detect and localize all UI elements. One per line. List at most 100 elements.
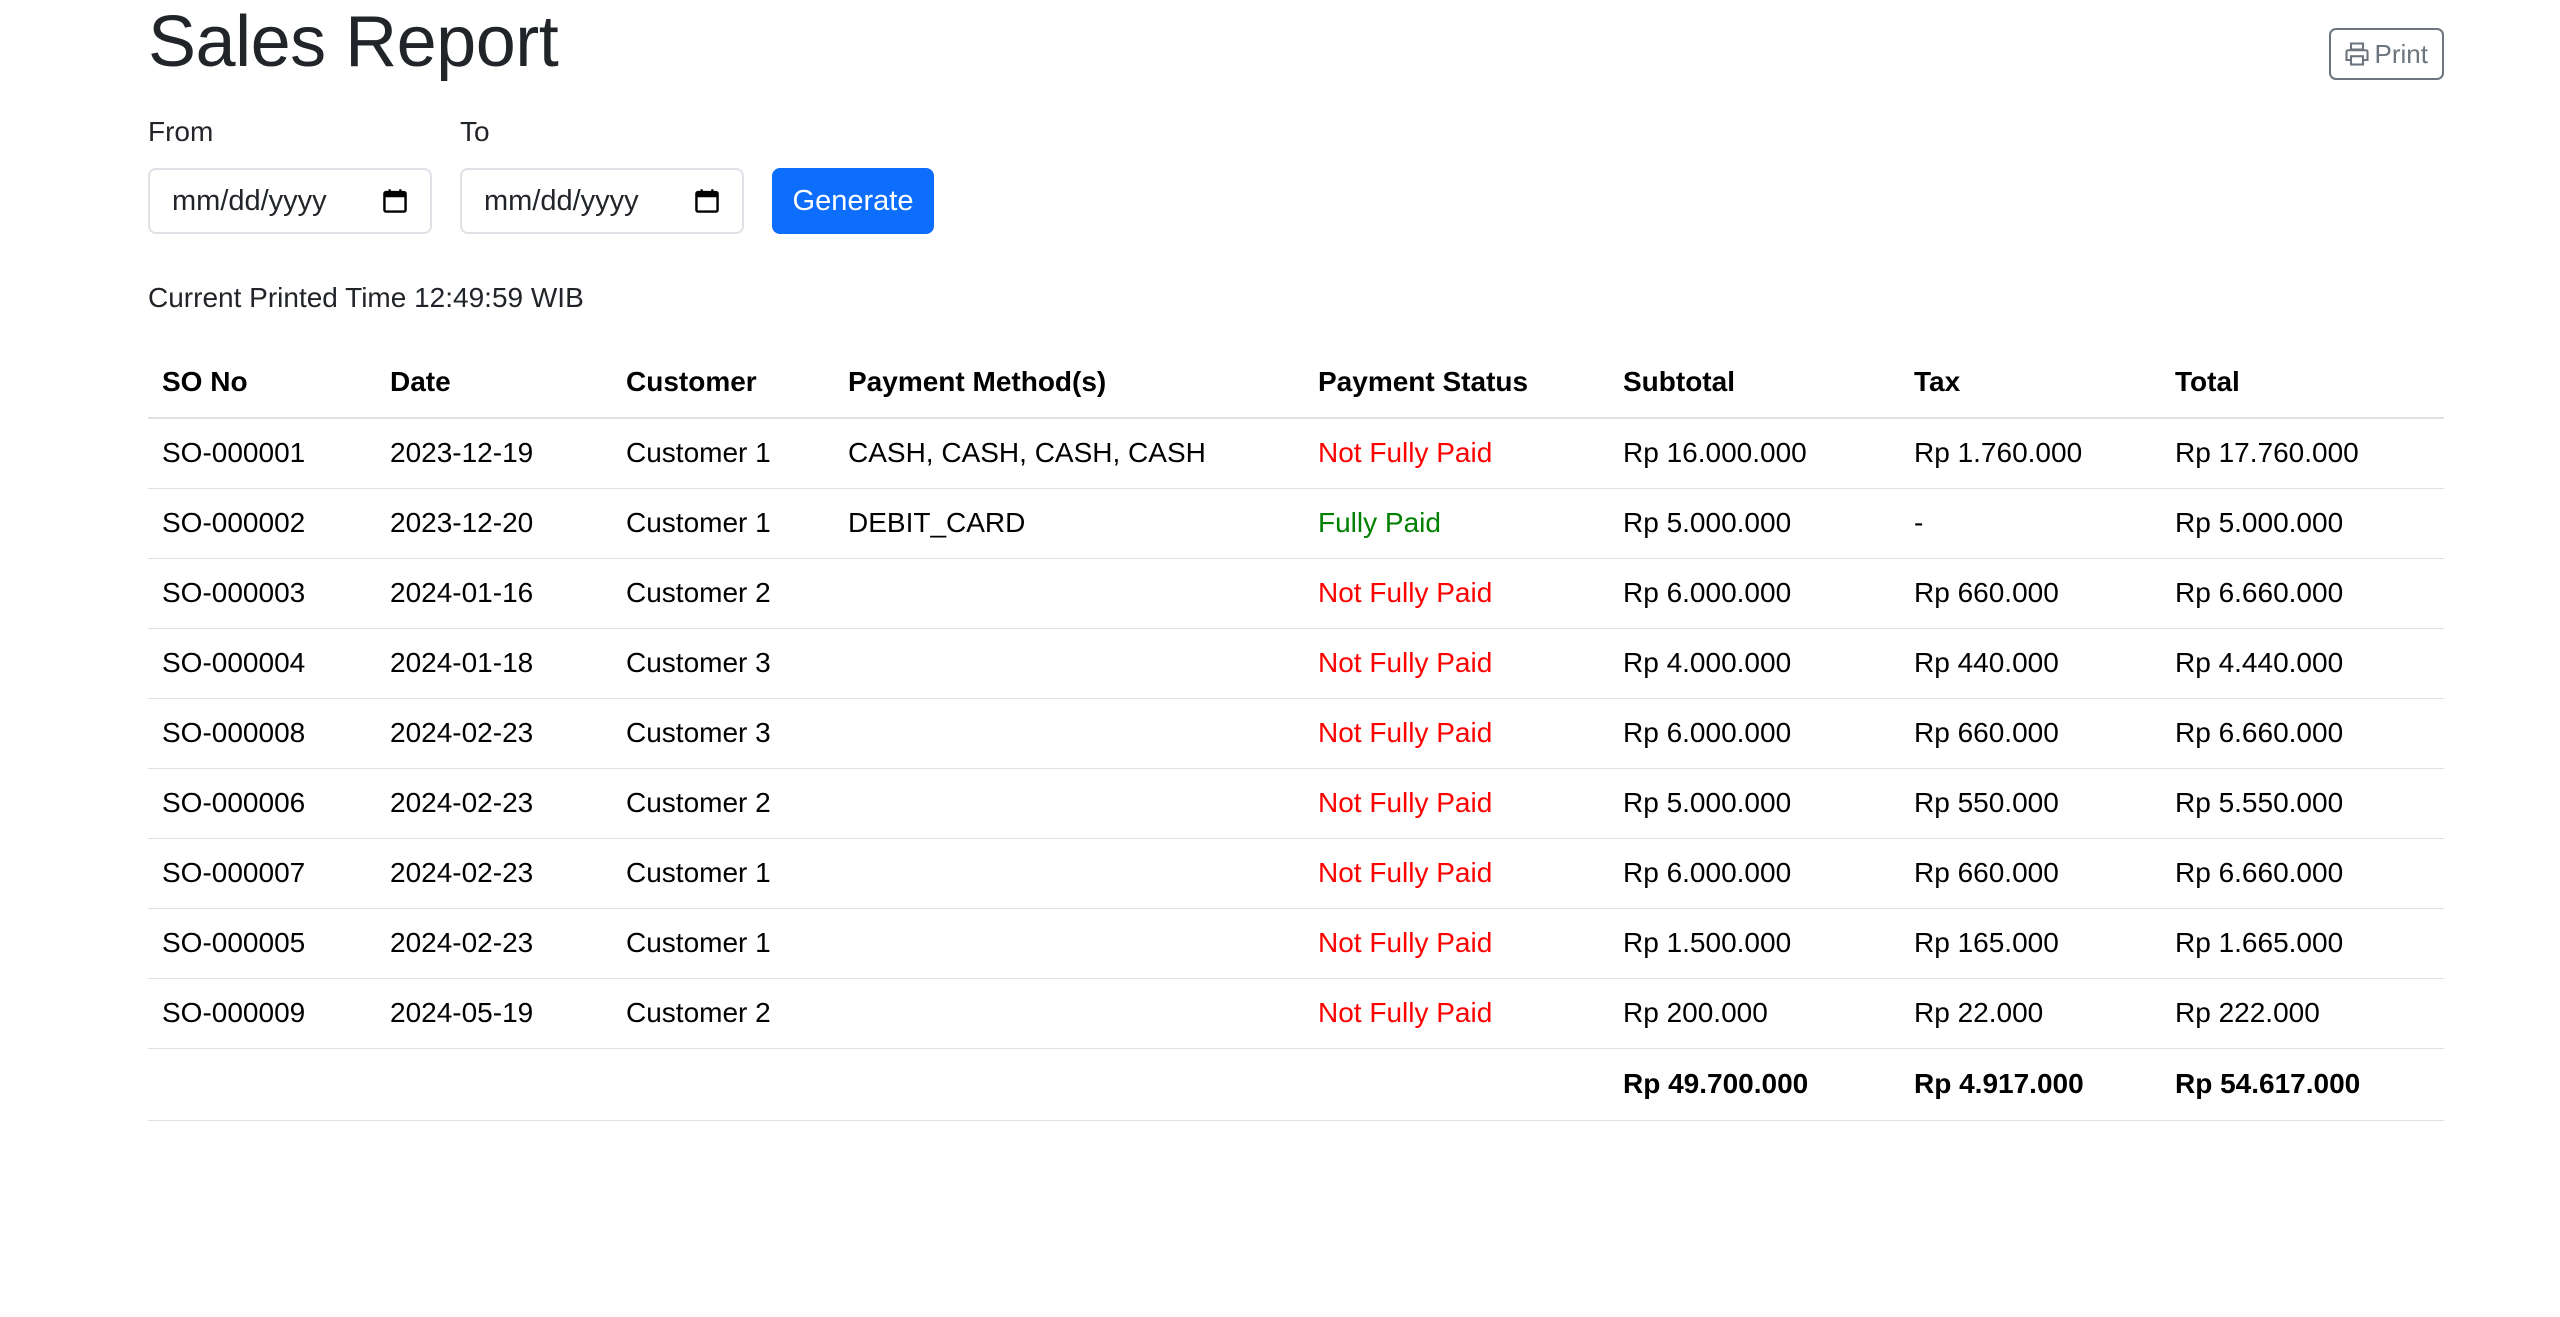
cell-so-no: SO-000004 [148, 628, 376, 699]
cell-tax: Rp 660.000 [1900, 838, 2161, 909]
cell-tax: Rp 660.000 [1900, 698, 2161, 769]
cell-payment-methods [834, 768, 1304, 839]
page-title: Sales Report [148, 2, 559, 82]
cell-date: 2024-02-23 [376, 698, 612, 769]
cell-payment-methods [834, 558, 1304, 629]
cell-total: Rp 17.760.000 [2161, 418, 2444, 489]
table-row: SO-000003 2024-01-16 Customer 2 Not Full… [148, 558, 2444, 629]
table-row: SO-000008 2024-02-23 Customer 3 Not Full… [148, 698, 2444, 769]
table-row: SO-000006 2024-02-23 Customer 2 Not Full… [148, 768, 2444, 839]
grand-total: Rp 54.617.000 [2161, 1048, 2444, 1121]
cell-so-no: SO-000008 [148, 698, 376, 769]
cell-payment-methods [834, 908, 1304, 979]
cell-customer: Customer 2 [612, 558, 834, 629]
totals-empty-cell [148, 1048, 376, 1121]
cell-total: Rp 6.660.000 [2161, 838, 2444, 909]
totals-empty-cell [834, 1048, 1304, 1121]
cell-payment-methods [834, 698, 1304, 769]
cell-so-no: SO-000007 [148, 838, 376, 909]
cell-payment-status: Not Fully Paid [1304, 978, 1609, 1049]
cell-payment-methods [834, 978, 1304, 1049]
cell-payment-methods [834, 628, 1304, 699]
sales-report-table: SO No Date Customer Payment Method(s) Pa… [148, 346, 2444, 1121]
cell-payment-status: Not Fully Paid [1304, 698, 1609, 769]
from-date-input[interactable]: mm/dd/yyyy [148, 168, 432, 234]
from-date-placeholder: mm/dd/yyyy [172, 184, 327, 217]
cell-total: Rp 5.550.000 [2161, 768, 2444, 839]
cell-payment-methods [834, 838, 1304, 909]
cell-payment-status: Not Fully Paid [1304, 838, 1609, 909]
table-row: SO-000007 2024-02-23 Customer 1 Not Full… [148, 838, 2444, 909]
cell-date: 2024-01-16 [376, 558, 612, 629]
column-header-total: Total [2161, 346, 2444, 419]
print-button[interactable]: Print [2328, 28, 2444, 80]
cell-payment-status: Not Fully Paid [1304, 418, 1609, 489]
generate-button[interactable]: Generate [772, 168, 934, 234]
print-button-label: Print [2374, 38, 2428, 69]
to-date-input[interactable]: mm/dd/yyyy [460, 168, 744, 234]
column-header-tax: Tax [1900, 346, 2161, 419]
cell-so-no: SO-000001 [148, 418, 376, 489]
cell-tax: Rp 1.760.000 [1900, 418, 2161, 489]
cell-tax: Rp 165.000 [1900, 908, 2161, 979]
cell-so-no: SO-000009 [148, 978, 376, 1049]
cell-subtotal: Rp 5.000.000 [1609, 488, 1900, 559]
totals-empty-cell [612, 1048, 834, 1121]
cell-so-no: SO-000003 [148, 558, 376, 629]
cell-total: Rp 6.660.000 [2161, 698, 2444, 769]
cell-date: 2024-02-23 [376, 908, 612, 979]
cell-subtotal: Rp 6.000.000 [1609, 838, 1900, 909]
column-header-date: Date [376, 346, 612, 419]
cell-customer: Customer 1 [612, 838, 834, 909]
total-subtotal: Rp 49.700.000 [1609, 1048, 1900, 1121]
table-row: SO-000002 2023-12-20 Customer 1 DEBIT_CA… [148, 488, 2444, 559]
calendar-icon[interactable] [382, 188, 408, 214]
cell-total: Rp 222.000 [2161, 978, 2444, 1049]
cell-tax: Rp 660.000 [1900, 558, 2161, 629]
cell-tax: Rp 440.000 [1900, 628, 2161, 699]
to-date-placeholder: mm/dd/yyyy [484, 184, 639, 217]
column-header-payment-methods: Payment Method(s) [834, 346, 1304, 419]
cell-so-no: SO-000005 [148, 908, 376, 979]
totals-empty-cell [1304, 1048, 1609, 1121]
cell-date: 2024-02-23 [376, 768, 612, 839]
cell-customer: Customer 1 [612, 908, 834, 979]
cell-date: 2023-12-20 [376, 488, 612, 559]
column-header-payment-status: Payment Status [1304, 346, 1609, 419]
table-row: SO-000009 2024-05-19 Customer 2 Not Full… [148, 978, 2444, 1049]
cell-payment-methods: CASH, CASH, CASH, CASH [834, 418, 1304, 489]
totals-row: Rp 49.700.000 Rp 4.917.000 Rp 54.617.000 [148, 1048, 2444, 1121]
cell-customer: Customer 2 [612, 768, 834, 839]
cell-subtotal: Rp 6.000.000 [1609, 698, 1900, 769]
cell-so-no: SO-000006 [148, 768, 376, 839]
total-tax: Rp 4.917.000 [1900, 1048, 2161, 1121]
cell-date: 2024-01-18 [376, 628, 612, 699]
cell-subtotal: Rp 16.000.000 [1609, 418, 1900, 489]
cell-customer: Customer 1 [612, 418, 834, 489]
cell-customer: Customer 3 [612, 628, 834, 699]
cell-total: Rp 1.665.000 [2161, 908, 2444, 979]
cell-subtotal: Rp 4.000.000 [1609, 628, 1900, 699]
printer-icon [2344, 42, 2369, 66]
totals-empty-cell [376, 1048, 612, 1121]
cell-date: 2024-05-19 [376, 978, 612, 1049]
cell-date: 2023-12-19 [376, 418, 612, 489]
cell-payment-status: Not Fully Paid [1304, 558, 1609, 629]
calendar-icon[interactable] [694, 188, 720, 214]
column-header-subtotal: Subtotal [1609, 346, 1900, 419]
cell-payment-status: Not Fully Paid [1304, 908, 1609, 979]
table-row: SO-000001 2023-12-19 Customer 1 CASH, CA… [148, 418, 2444, 489]
cell-customer: Customer 3 [612, 698, 834, 769]
cell-so-no: SO-000002 [148, 488, 376, 559]
table-header-row: SO No Date Customer Payment Method(s) Pa… [148, 346, 2444, 419]
cell-payment-methods: DEBIT_CARD [834, 488, 1304, 559]
cell-payment-status: Fully Paid [1304, 488, 1609, 559]
cell-total: Rp 4.440.000 [2161, 628, 2444, 699]
cell-subtotal: Rp 200.000 [1609, 978, 1900, 1049]
cell-subtotal: Rp 6.000.000 [1609, 558, 1900, 629]
cell-total: Rp 5.000.000 [2161, 488, 2444, 559]
cell-payment-status: Not Fully Paid [1304, 768, 1609, 839]
cell-subtotal: Rp 1.500.000 [1609, 908, 1900, 979]
column-header-so-no: SO No [148, 346, 376, 419]
cell-payment-status: Not Fully Paid [1304, 628, 1609, 699]
